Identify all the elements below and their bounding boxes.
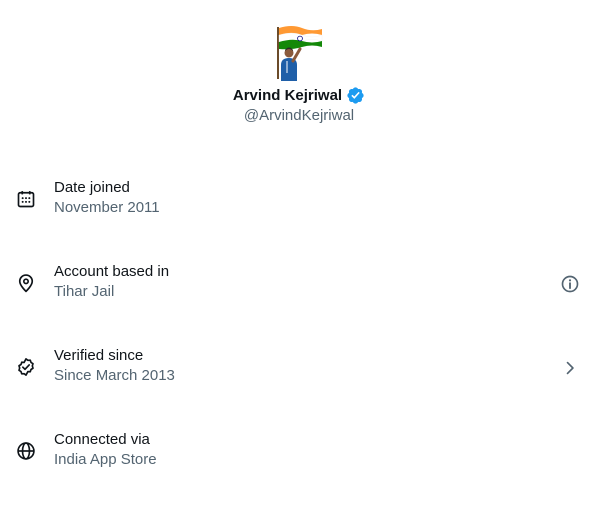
detail-label: Connected via [54, 431, 150, 448]
verified-check-icon [18, 358, 34, 376]
globe-icon [17, 442, 35, 460]
detail-row-date-joined: Date joined November 2011 [0, 179, 598, 239]
verified-badge-icon [347, 87, 364, 104]
detail-label: Date joined [54, 179, 130, 196]
info-icon[interactable] [560, 274, 580, 294]
detail-row-connected-via: Connected via India App Store [0, 431, 598, 491]
detail-value: India App Store [54, 451, 157, 468]
detail-label: Verified since [54, 347, 144, 364]
user-handle[interactable]: @ArvindKejriwal [0, 107, 598, 124]
chevron-right-icon[interactable] [560, 358, 580, 378]
detail-value: Since March 2013 [54, 367, 175, 384]
calendar-icon [17, 191, 35, 208]
about-account-panel: Arvind Kejriwal @ArvindKejriwal Date joi… [0, 0, 598, 513]
name-row: Arvind Kejriwal [0, 86, 598, 105]
detail-row-verified-since[interactable]: Verified since Since March 2013 [0, 347, 598, 407]
detail-row-account-based-in: Account based in Tihar Jail [0, 263, 598, 323]
display-name[interactable]: Arvind Kejriwal [233, 87, 342, 104]
avatar[interactable] [272, 23, 324, 81]
detail-label: Account based in [54, 263, 170, 280]
location-pin-icon [18, 274, 34, 293]
detail-value: November 2011 [54, 199, 160, 216]
detail-value: Tihar Jail [54, 283, 115, 300]
